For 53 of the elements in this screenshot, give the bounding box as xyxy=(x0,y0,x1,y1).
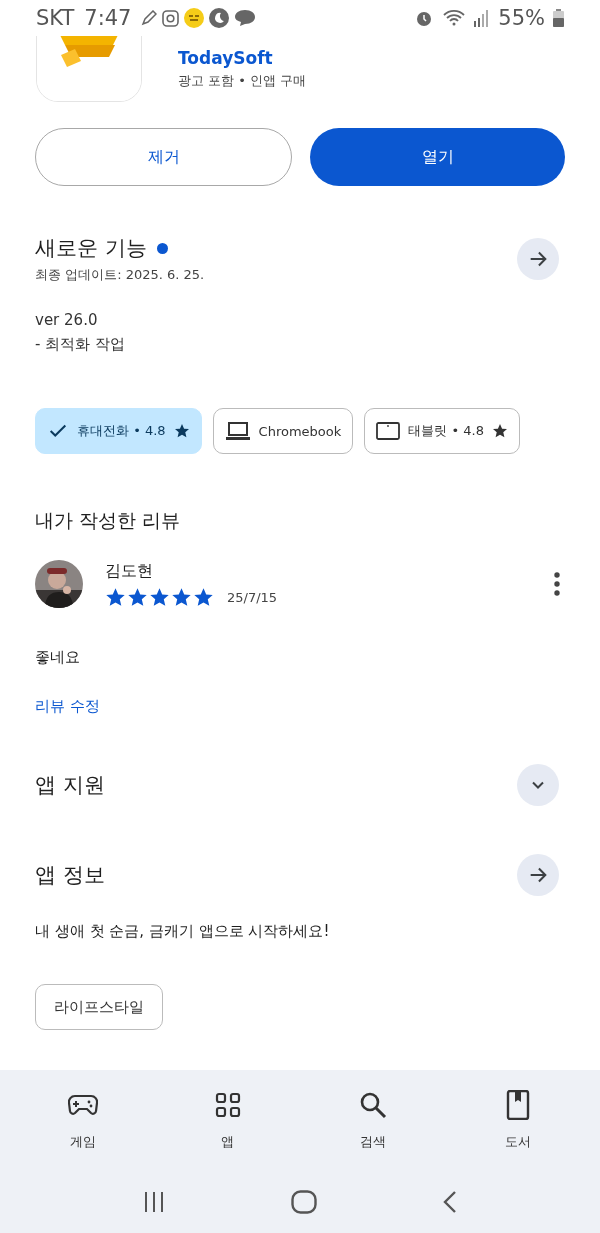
nav-tab[interactable]: 앱 xyxy=(155,1070,300,1170)
device-filter-chip[interactable]: 휴대전화 • 4.8 xyxy=(35,408,202,454)
arrow-button[interactable] xyxy=(517,238,559,280)
camera-icon xyxy=(162,9,180,27)
section-title: 앱 지원 xyxy=(35,772,105,799)
moon-icon xyxy=(209,8,230,28)
carrier-name: SKT xyxy=(36,6,75,30)
nav-tab[interactable]: 게임 xyxy=(10,1070,155,1170)
pencil-icon xyxy=(141,10,158,26)
nav-tab[interactable]: 도서 xyxy=(445,1070,590,1170)
star-icon xyxy=(171,586,192,608)
open-button[interactable]: 열기 xyxy=(310,128,565,186)
device-filter-chip[interactable]: 태블릿 • 4.8 xyxy=(364,408,520,454)
bookmark-book-icon xyxy=(505,1090,530,1120)
signal-icon xyxy=(474,9,491,27)
star-icon xyxy=(105,586,126,608)
laptop-icon xyxy=(224,421,251,441)
release-note: ver 26.0 xyxy=(35,311,99,329)
notification-app-icon xyxy=(184,8,205,28)
apps-grid-icon xyxy=(214,1092,241,1118)
wifi-icon xyxy=(442,9,467,27)
back-icon xyxy=(443,1189,457,1214)
home-icon xyxy=(291,1189,317,1214)
battery-percent: 55% xyxy=(498,6,545,30)
expand-button[interactable] xyxy=(517,764,559,806)
app-notes: 광고 포함 • 인앱 구매 xyxy=(178,72,307,90)
category-chip[interactable]: 라이프스타일 xyxy=(35,984,163,1030)
review-date: 25/7/15 xyxy=(227,589,278,605)
review-text: 좋네요 xyxy=(35,648,81,667)
update-date: 최종 업데이트: 2025. 6. 25. xyxy=(35,266,205,284)
search-icon xyxy=(358,1091,387,1119)
battery-icon xyxy=(553,9,564,27)
nav-tab[interactable]: 검색 xyxy=(300,1070,445,1170)
arrow-button[interactable] xyxy=(517,854,559,896)
star-icon xyxy=(149,586,170,608)
tablet-icon xyxy=(376,422,401,440)
developer-link[interactable]: TodaySoft xyxy=(178,48,307,68)
recent-apps-icon xyxy=(143,1190,165,1213)
more-vertical-icon xyxy=(554,572,560,596)
section-title: 새로운 기능 xyxy=(35,235,147,262)
edit-review-link[interactable]: 리뷰 수정 xyxy=(35,697,100,716)
clock-time: 7:47 xyxy=(84,6,132,30)
star-icon xyxy=(127,586,148,608)
reviewer-name: 김도현 xyxy=(105,560,154,582)
section-title: 내가 작성한 리뷰 xyxy=(35,508,182,533)
device-filter-chip[interactable]: Chromebook xyxy=(212,408,354,454)
chat-bubble-icon xyxy=(234,9,257,27)
app-description: 내 생애 첫 순금, 금캐기 앱으로 시작하세요! xyxy=(35,922,331,941)
gamepad-icon xyxy=(67,1094,98,1116)
release-note: - 최적화 작업 xyxy=(35,335,126,354)
star-icon xyxy=(193,586,214,608)
section-title: 앱 정보 xyxy=(35,862,105,889)
uninstall-button[interactable]: 제거 xyxy=(35,128,292,186)
